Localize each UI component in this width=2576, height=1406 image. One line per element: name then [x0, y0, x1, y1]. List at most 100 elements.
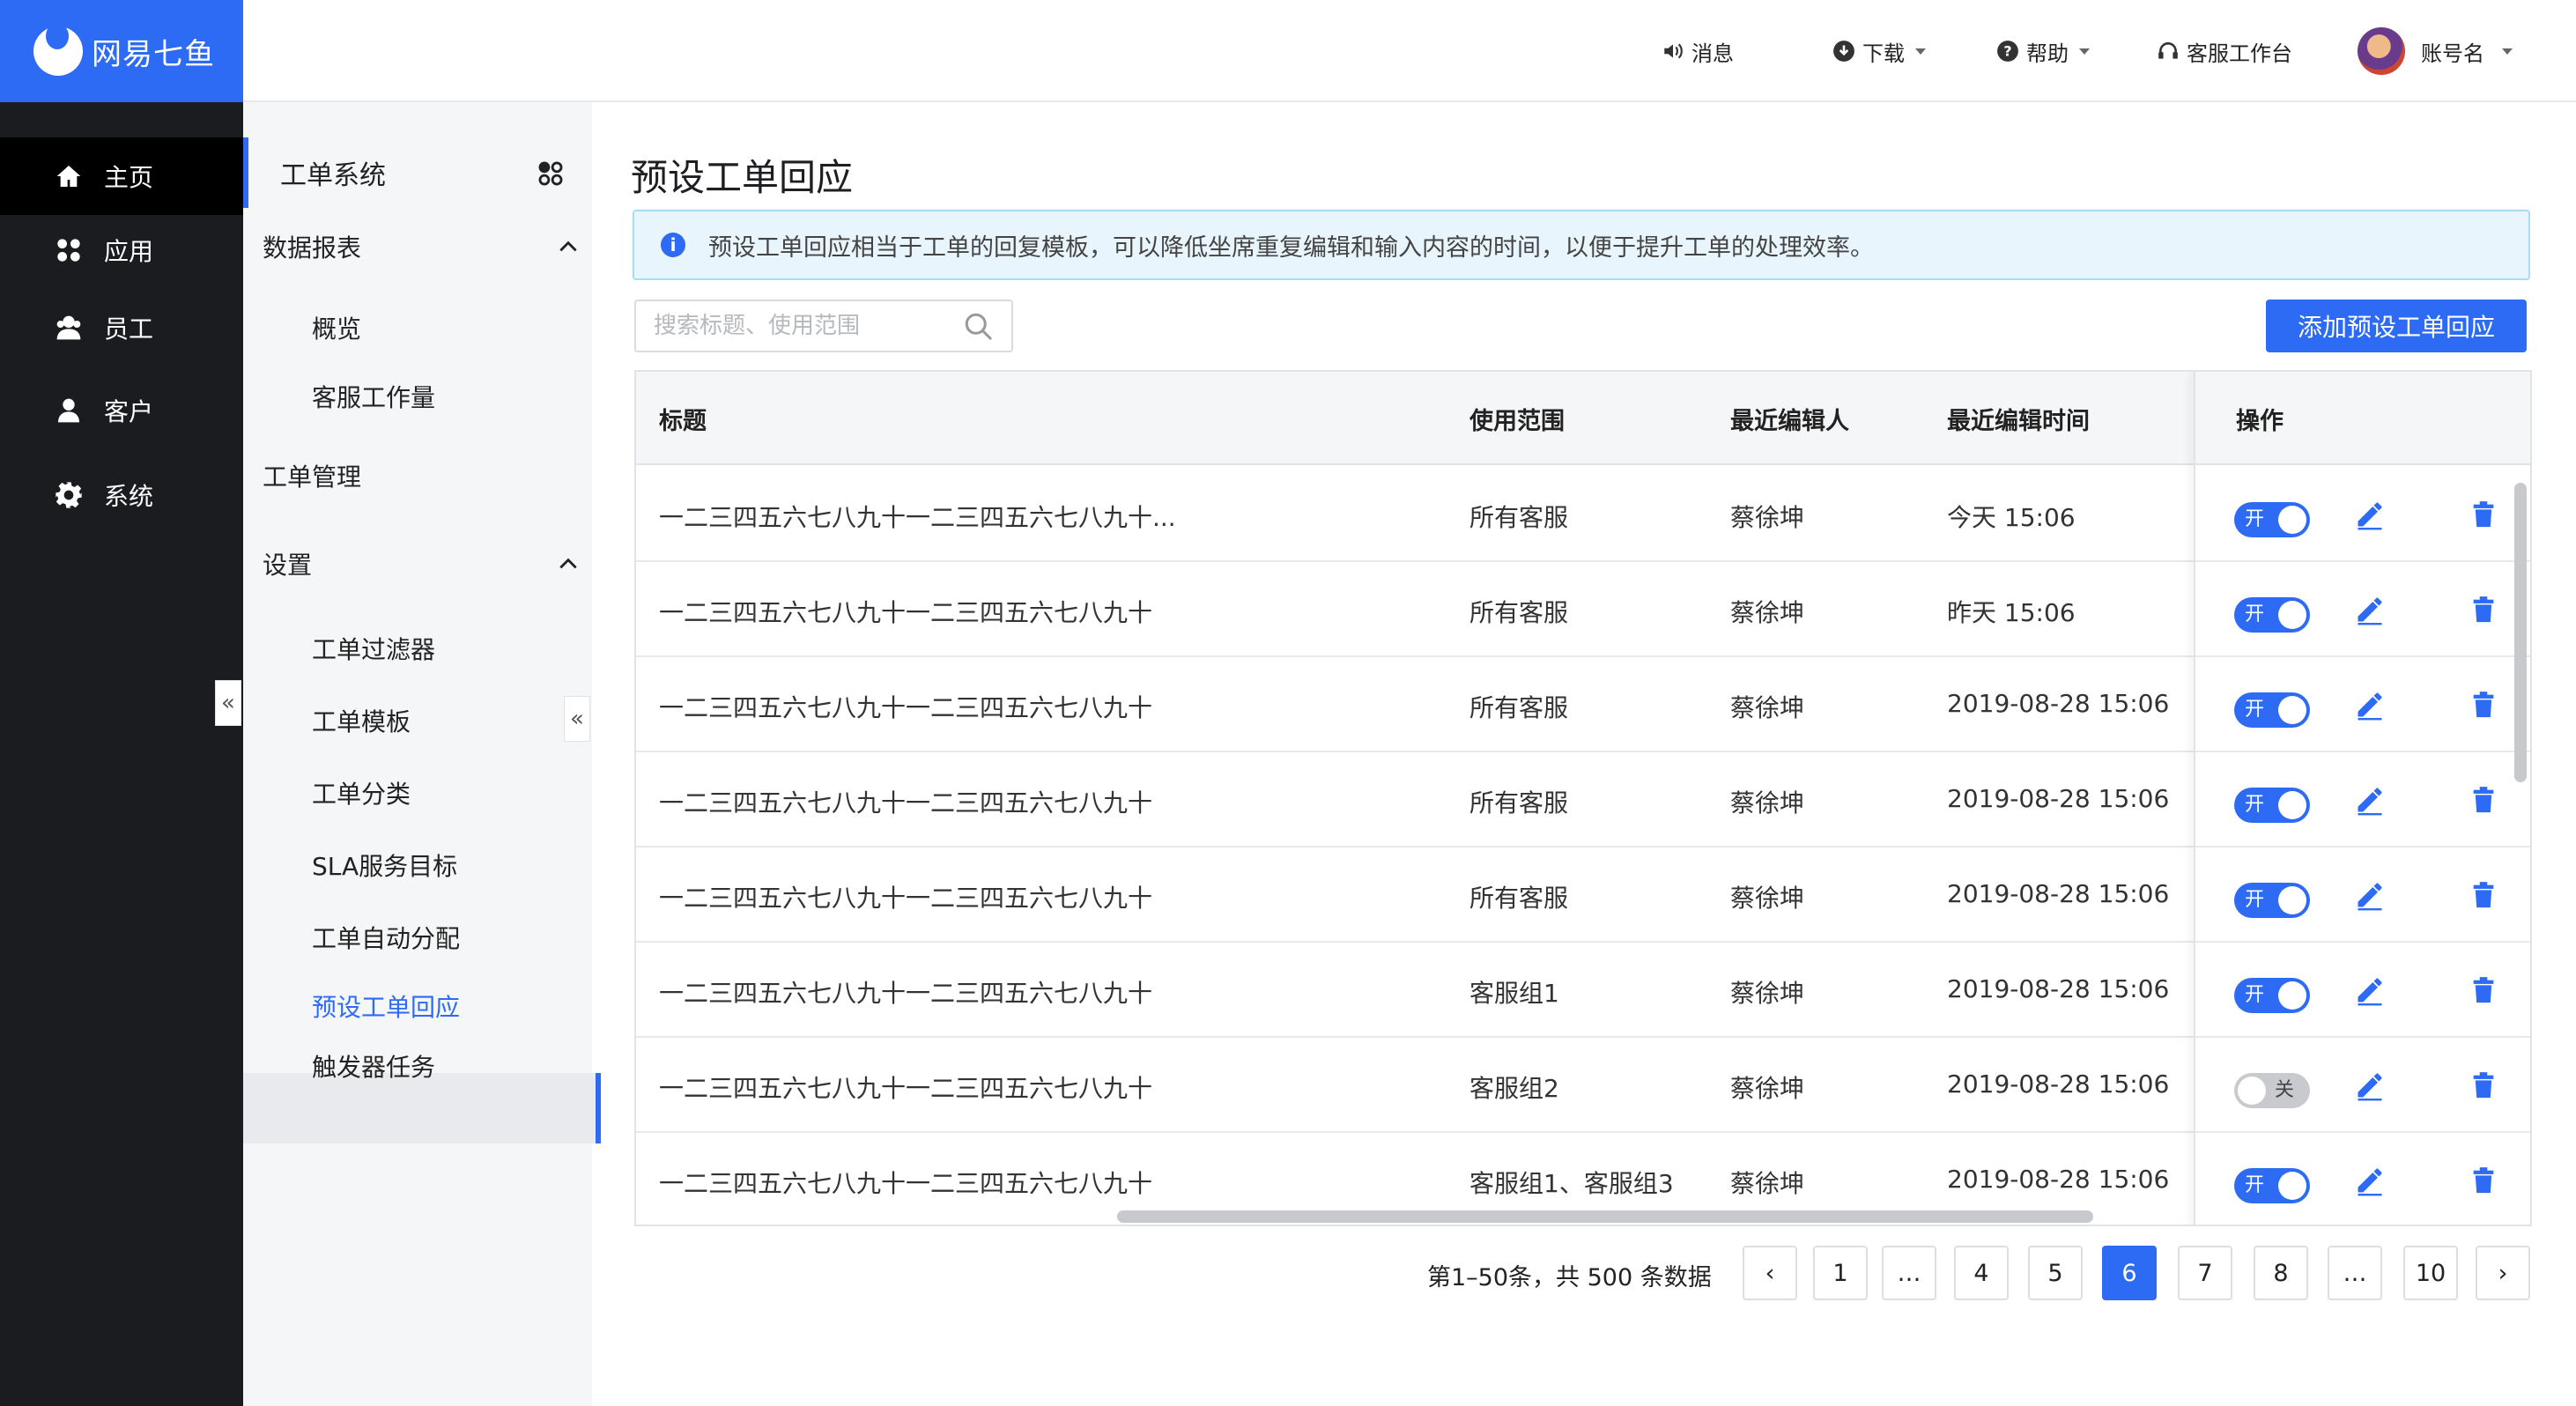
cell-editor: 蔡徐坤	[1730, 884, 1805, 913]
group-settings[interactable]: 设置	[263, 546, 580, 581]
caret-down-icon	[1915, 48, 1926, 55]
group-manage[interactable]: 工单管理	[263, 458, 580, 493]
cell-edit-time: 2019-08-28 15:06	[1947, 784, 2170, 813]
cell-scope: 所有客服	[1469, 884, 1569, 913]
group-settings-title: 设置	[263, 551, 313, 580]
subnav-item-preset-responses[interactable]: 预设工单回应	[312, 988, 460, 1024]
operations-column-divider	[2194, 372, 2530, 1225]
cell-editor: 蔡徐坤	[1730, 1074, 1805, 1103]
page-title: 预设工单回应	[631, 156, 854, 199]
cell-edit-time: 昨天 15:06	[1947, 598, 2076, 627]
cell-title[interactable]: 一二三四五六七八九十一二三四五六七八九十...	[659, 499, 1176, 534]
rail-item-label: 应用	[104, 237, 154, 266]
page-button[interactable]: 6	[2102, 1246, 2157, 1300]
rail-item-label: 客户	[104, 397, 154, 426]
speaker-icon	[1664, 43, 1683, 59]
brand-name: 网易七鱼	[92, 36, 215, 72]
cell-title[interactable]: 一二三四五六七八九十一二三四五六七八九十	[659, 879, 1152, 914]
staff-icon	[56, 315, 81, 340]
user-icon	[58, 398, 79, 423]
group-manage-title: 工单管理	[263, 462, 362, 492]
subnav-item-auto-assign[interactable]: 工单自动分配	[312, 920, 460, 955]
cell-title[interactable]: 一二三四五六七八九十一二三四五六七八九十	[659, 784, 1152, 819]
vertical-scrollbar[interactable]	[2514, 483, 2527, 782]
page-ellipsis[interactable]: …	[2328, 1246, 2382, 1300]
subnav-item-overview[interactable]: 概览	[312, 310, 361, 345]
cell-title[interactable]: 一二三四五六七八九十一二三四五六七八九十	[659, 1069, 1152, 1105]
help-label: 帮助	[2026, 41, 2069, 66]
messages-link[interactable]: 消息	[1662, 33, 1734, 69]
rail-collapse-button[interactable]: «	[215, 680, 241, 726]
brand-icon	[33, 23, 83, 76]
cell-scope: 所有客服	[1469, 693, 1569, 722]
messages-label: 消息	[1691, 41, 1734, 66]
cell-scope: 所有客服	[1469, 598, 1569, 627]
avatar	[2358, 27, 2405, 75]
rail-item-customers[interactable]: 客户	[0, 372, 243, 449]
caret-down-icon	[2502, 48, 2513, 55]
subnav-item-templates[interactable]: 工单模板	[312, 703, 411, 738]
col-title[interactable]: 标题	[659, 402, 707, 436]
rail-item-staff[interactable]: 员工	[0, 289, 243, 366]
subnav: 工单系统 数据报表 概览 客服工作量 工单管理 设置 工单过滤器 工单模板 工单…	[243, 102, 601, 1406]
subnav-collapse-button[interactable]: «	[564, 696, 590, 742]
rail-item-apps[interactable]: 应用	[0, 211, 243, 289]
cell-title[interactable]: 一二三四五六七八九十一二三四五六七八九十	[659, 974, 1152, 1010]
search-input[interactable]	[634, 300, 1013, 352]
apps-icon	[57, 239, 80, 262]
subnav-item-filters[interactable]: 工单过滤器	[312, 631, 435, 666]
prev-page-button[interactable]: ‹	[1743, 1246, 1797, 1300]
workspace-link[interactable]: 客服工作台	[2157, 33, 2292, 69]
col-editor[interactable]: 最近编辑人	[1730, 402, 1849, 436]
chevron-up-icon	[559, 558, 577, 569]
cell-title[interactable]: 一二三四五六七八九十一二三四五六七八九十	[659, 689, 1152, 724]
pagination-info: 第1–50条，共 500 条数据	[1427, 1264, 1712, 1291]
headset-icon	[2158, 42, 2178, 59]
double-chevron-left-icon: «	[570, 706, 584, 732]
subnav-item-triggers[interactable]: 触发器任务	[312, 1048, 435, 1084]
group-reports[interactable]: 数据报表	[263, 229, 580, 264]
cell-editor: 蔡徐坤	[1730, 693, 1805, 722]
page-button[interactable]: 5	[2028, 1246, 2083, 1300]
svg-text:?: ?	[2003, 42, 2011, 59]
col-edit-time[interactable]: 最近编辑时间	[1947, 402, 2090, 436]
cell-edit-time: 2019-08-28 15:06	[1947, 1069, 2170, 1099]
cell-editor: 蔡徐坤	[1730, 503, 1805, 532]
download-menu[interactable]: 下载	[1832, 33, 1926, 69]
cell-editor: 蔡徐坤	[1730, 979, 1805, 1008]
subnav-item-sla[interactable]: SLA服务目标	[312, 847, 457, 883]
page-ellipsis[interactable]: …	[1882, 1246, 1936, 1300]
subnav-item-workload[interactable]: 客服工作量	[312, 379, 435, 414]
workspace-label: 客服工作台	[2187, 41, 2292, 66]
subnav-item-categories[interactable]: 工单分类	[312, 775, 411, 810]
rail-item-label: 系统	[104, 482, 154, 511]
rail-item-home[interactable]: 主页	[0, 137, 243, 215]
col-scope[interactable]: 使用范围	[1469, 402, 1565, 436]
home-icon	[56, 166, 81, 187]
download-icon	[1833, 41, 1854, 62]
brand-logo[interactable]: 网易七鱼	[0, 0, 243, 102]
cell-title[interactable]: 一二三四五六七八九十一二三四五六七八九十	[659, 594, 1152, 629]
page-button[interactable]: 8	[2254, 1246, 2308, 1300]
grid-switch-icon[interactable]	[536, 159, 566, 189]
cell-scope: 客服组1	[1469, 979, 1559, 1008]
next-page-button[interactable]: ›	[2476, 1246, 2530, 1300]
rail-item-label: 主页	[104, 163, 154, 192]
account-menu[interactable]: 账号名	[2358, 26, 2513, 76]
page-button[interactable]: 7	[2178, 1246, 2232, 1300]
help-menu[interactable]: ? 帮助	[1996, 33, 2090, 69]
add-preset-response-button[interactable]: 添加预设工单回应	[2266, 300, 2527, 352]
cell-title[interactable]: 一二三四五六七八九十一二三四五六七八九十	[659, 1165, 1152, 1200]
search-icon[interactable]	[962, 310, 994, 342]
cell-editor: 蔡徐坤	[1730, 1169, 1805, 1198]
info-notice: i 预设工单回应相当于工单的回复模板，可以降低坐席重复编辑和输入内容的时间，以便…	[633, 210, 2530, 280]
page-button[interactable]: 10	[2403, 1246, 2458, 1300]
page-button[interactable]: 4	[1954, 1246, 2009, 1300]
responses-table: 标题 使用范围 最近编辑人 最近编辑时间 操作 一二三四五六七八九十一二三四五六…	[634, 370, 2532, 1226]
page-button[interactable]: 1	[1813, 1246, 1868, 1300]
horizontal-scrollbar[interactable]	[1117, 1210, 2093, 1223]
rail-item-system[interactable]: 系统	[0, 456, 243, 534]
cell-edit-time: 2019-08-28 15:06	[1947, 879, 2170, 908]
caret-down-icon	[2079, 48, 2090, 55]
chevron-up-icon	[559, 240, 577, 252]
